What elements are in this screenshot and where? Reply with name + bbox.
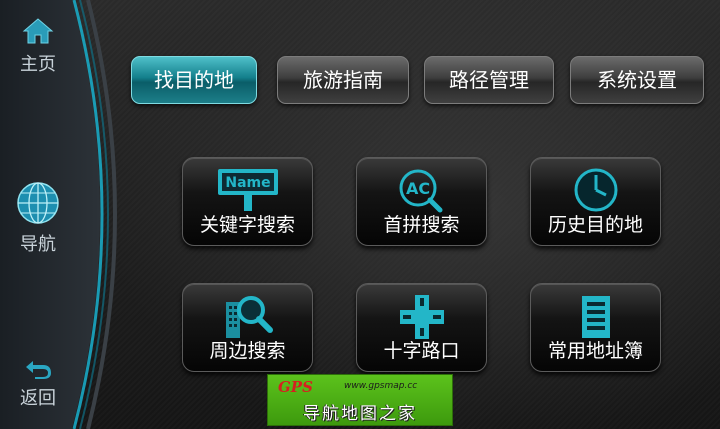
name-search-icon: Name — [217, 169, 278, 211]
sidebar: 主页 导航 返回 — [0, 0, 125, 429]
initials-icon-text: AC — [405, 179, 429, 198]
initials-search-icon: AC — [399, 169, 442, 213]
watermark-text: 导航地图之家 — [303, 404, 417, 424]
address-book-icon — [581, 296, 610, 338]
initials-search-label: 首拼搜索 — [383, 214, 460, 236]
globe-icon — [17, 182, 59, 224]
back-button[interactable]: 返回 — [6, 358, 70, 410]
back-arrow-icon — [26, 361, 51, 379]
crossroad-icon — [399, 295, 444, 339]
nearby-search-button[interactable]: 周边搜索 — [182, 283, 313, 372]
crossroad-button[interactable]: 十字路口 — [356, 283, 487, 372]
home-button[interactable]: 主页 — [6, 16, 70, 76]
back-label: 返回 — [20, 388, 56, 409]
crossroad-label: 十字路口 — [383, 340, 460, 362]
history-destination-label: 历史目的地 — [547, 214, 643, 236]
address-book-button[interactable]: 常用地址簿 — [530, 283, 661, 372]
nearby-search-icon — [225, 296, 273, 338]
history-destination-button[interactable]: 历史目的地 — [530, 157, 661, 246]
navigation-label: 导航 — [20, 234, 56, 255]
initials-search-button[interactable]: AC 首拼搜索 — [356, 157, 487, 246]
tab-find-destination[interactable]: 找目的地 — [131, 56, 257, 104]
tab-system-settings[interactable]: 系统设置 — [570, 56, 704, 104]
tab-travel-guide[interactable]: 旅游指南 — [277, 56, 409, 104]
home-icon — [22, 18, 54, 44]
watermark-banner: GPS www.gpsmap.cc 导航地图之家 — [267, 374, 453, 426]
home-label: 主页 — [20, 54, 56, 75]
clock-icon — [574, 168, 617, 212]
keyword-search-label: 关键字搜索 — [199, 214, 295, 236]
keyword-search-button[interactable]: Name 关键字搜索 — [182, 157, 313, 246]
navigation-screen: 主页 导航 返回 找目的地 旅游指南 路径管理 系统设置 Name 关键字搜索 … — [0, 0, 720, 429]
tab-route-management[interactable]: 路径管理 — [424, 56, 554, 104]
nearby-search-label: 周边搜索 — [209, 340, 286, 362]
watermark-logo: GPS — [278, 378, 313, 396]
name-icon-text: Name — [225, 175, 270, 191]
watermark-url: www.gpsmap.cc — [344, 381, 418, 391]
address-book-label: 常用地址簿 — [547, 340, 643, 362]
navigation-button[interactable]: 导航 — [6, 180, 70, 256]
